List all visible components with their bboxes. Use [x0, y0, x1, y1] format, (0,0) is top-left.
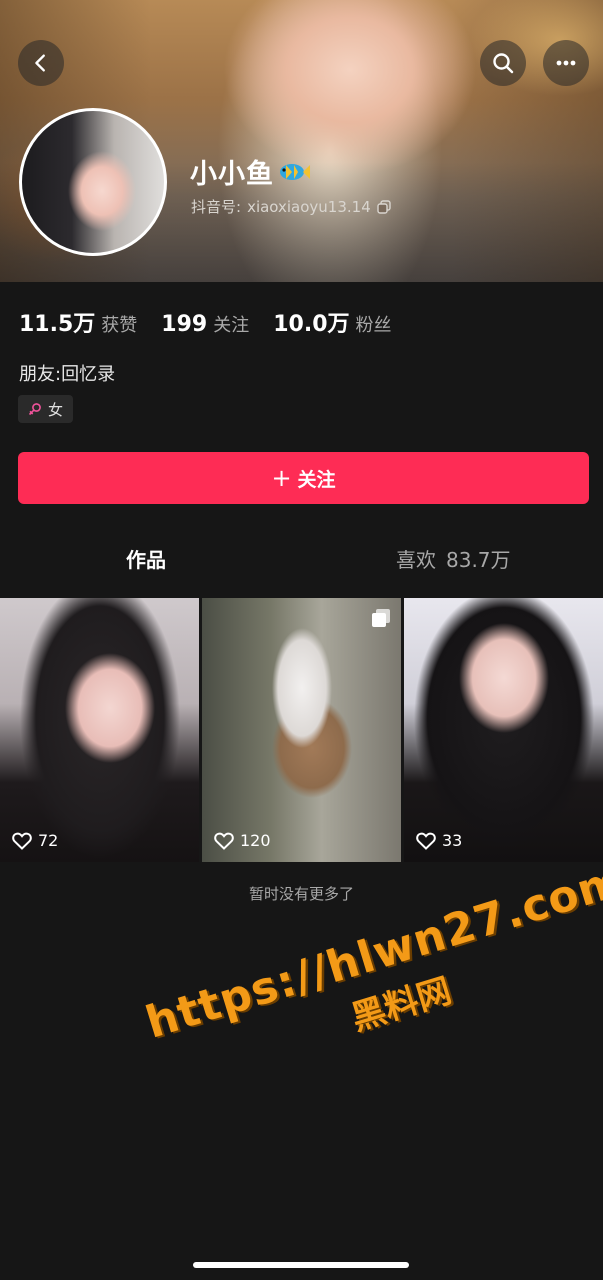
- video-likes: 33: [416, 831, 462, 850]
- stats-row: 11.5万 获赞 199 关注 10.0万 粉丝: [19, 306, 416, 338]
- account-label: 抖音号:: [191, 198, 242, 216]
- more-button[interactable]: [543, 40, 589, 86]
- plus-icon: +: [271, 464, 292, 492]
- search-button[interactable]: [480, 40, 526, 86]
- profile-panel: 11.5万 获赞 199 关注 10.0万 粉丝 朋友:回忆录 女 + 关注 作…: [0, 282, 603, 1280]
- follow-label: 关注: [297, 468, 336, 491]
- chevron-left-icon: [35, 54, 45, 72]
- tab-likes-label: 喜欢: [396, 548, 436, 572]
- video-thumbnail[interactable]: 120: [202, 598, 401, 862]
- fish-emoji-icon: [280, 163, 310, 180]
- heart-icon: [416, 832, 436, 850]
- home-indicator[interactable]: [193, 1262, 409, 1268]
- video-likes-count: 120: [240, 831, 271, 850]
- video-likes-count: 72: [38, 831, 59, 850]
- stat-value: 10.0万: [273, 312, 350, 337]
- account-id-row: 抖音号: xiaoxiaoyu13.14: [191, 196, 391, 217]
- video-likes-count: 33: [442, 831, 463, 850]
- nickname: 小小鱼: [190, 152, 310, 191]
- search-icon: [493, 53, 514, 74]
- video-thumbnail[interactable]: 33: [404, 598, 603, 862]
- stat-value: 199: [161, 312, 208, 337]
- avatar[interactable]: [19, 108, 167, 256]
- profile-banner: 小小鱼 抖音号: xiaoxiaoyu13.14: [0, 0, 603, 282]
- video-likes: 72: [12, 831, 58, 850]
- video-likes: 120: [214, 831, 271, 850]
- stat-following[interactable]: 199 关注: [161, 311, 249, 337]
- tab-works[interactable]: 作品: [126, 544, 166, 573]
- video-thumbnail[interactable]: 72: [0, 598, 199, 862]
- account-id: xiaoxiaoyu13.14: [247, 197, 371, 216]
- multi-image-icon: [372, 609, 390, 627]
- friends-text: 朋友:回忆录: [19, 364, 116, 385]
- copy-icon[interactable]: [377, 199, 391, 214]
- follow-button[interactable]: + 关注: [18, 452, 589, 504]
- nickname-text: 小小鱼: [190, 159, 274, 190]
- more-dots-icon: [556, 60, 576, 66]
- video-grid: 72 120 33: [0, 598, 603, 862]
- tab-works-label: 作品: [126, 548, 166, 572]
- stat-label: 粉丝: [355, 315, 392, 336]
- stat-value: 11.5万: [19, 312, 96, 337]
- stat-label: 关注: [213, 315, 250, 336]
- tab-likes-count: 83.7万: [446, 548, 511, 572]
- stat-label: 获赞: [101, 315, 138, 336]
- gender-label: 女: [48, 400, 64, 419]
- heart-icon: [214, 832, 234, 850]
- back-button[interactable]: [18, 40, 64, 86]
- female-icon: [28, 403, 41, 416]
- stat-followers[interactable]: 10.0万 粉丝: [273, 306, 391, 338]
- stat-likes[interactable]: 11.5万 获赞: [19, 306, 137, 338]
- tab-likes[interactable]: 喜欢 83.7万: [396, 544, 511, 573]
- heart-icon: [12, 832, 32, 850]
- gender-tag: 女: [18, 395, 74, 423]
